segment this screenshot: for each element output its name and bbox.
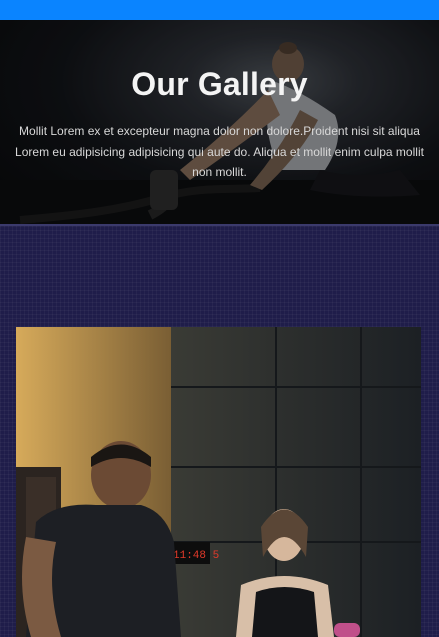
hero-description: Mollit Lorem ex et excepteur magna dolor… xyxy=(15,124,424,179)
hero-banner: Our Gallery Mollit Lorem ex et excepteur… xyxy=(0,20,439,224)
gym-photo: 11:48 5 xyxy=(16,327,421,637)
photo-clock-text: 11:48 5 xyxy=(173,550,219,562)
page-title: Our Gallery xyxy=(131,66,308,102)
gallery-image[interactable]: 11:48 5 xyxy=(16,327,421,637)
top-bar xyxy=(0,0,439,20)
